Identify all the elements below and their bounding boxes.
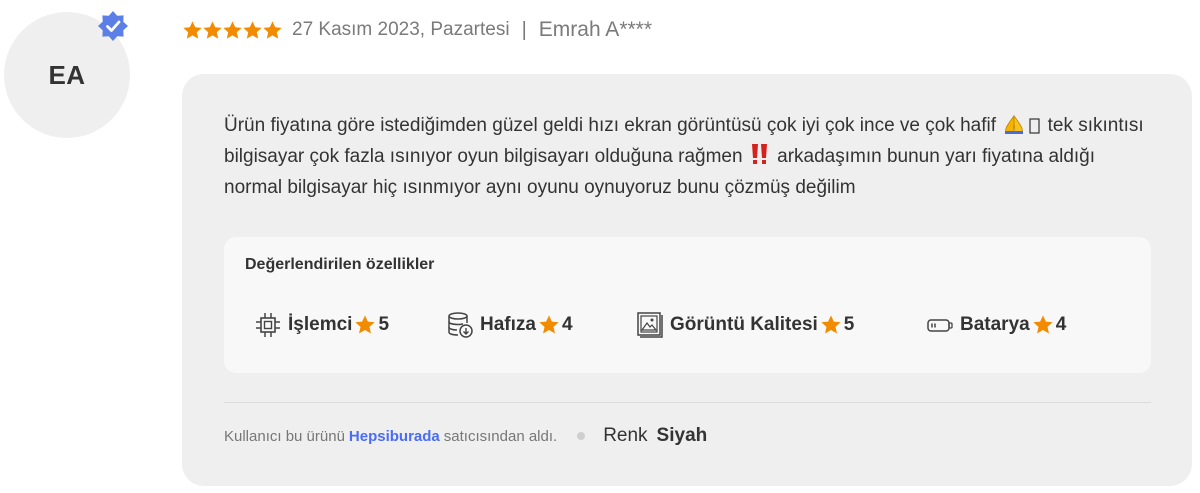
rated-features-box: Değerlendirilen özellikler İşlemci 5 Haf… xyxy=(224,237,1151,373)
feature-score: 4 xyxy=(561,314,573,335)
rating-star-icon xyxy=(243,20,262,39)
star-icon xyxy=(355,315,376,334)
star-icon xyxy=(1033,315,1053,334)
avatar-initials: EA xyxy=(48,59,86,90)
footer-divider xyxy=(224,402,1151,403)
review-header: 27 Kasım 2023, Pazartesi | Emrah A**** xyxy=(182,17,652,43)
memory-icon xyxy=(448,312,473,338)
star-icon xyxy=(539,315,559,334)
feature-display-quality: Görüntü Kalitesi 5 xyxy=(636,311,854,339)
feature-label: İşlemci xyxy=(288,314,353,335)
feature-label: Batarya xyxy=(960,314,1030,335)
battery-icon xyxy=(927,319,953,332)
rating-star-icon xyxy=(203,20,222,39)
feature-score: 5 xyxy=(843,314,855,335)
feature-label: Görüntü Kalitesi xyxy=(670,314,818,335)
double-exclamation-icon xyxy=(751,144,767,164)
dot-separator xyxy=(577,432,586,440)
image-icon xyxy=(637,312,663,338)
feature-battery: Batarya 4 xyxy=(926,311,1066,339)
review-date: 27 Kasım 2023, Pazartesi xyxy=(292,19,510,40)
cpu-icon xyxy=(256,313,280,337)
review-card: Ürün fiyatına göre istediğimden güzel ge… xyxy=(182,74,1192,486)
feature-label: Hafıza xyxy=(480,314,536,335)
rating-stars xyxy=(182,20,282,41)
review-text-part1: Ürün fiyatına göre istediğimden güzel ge… xyxy=(224,115,997,136)
feature-score: 5 xyxy=(378,314,390,335)
review-text: Ürün fiyatına göre istediğimden güzel ge… xyxy=(224,110,1144,203)
rating-star-icon xyxy=(263,20,282,39)
purchase-info: Kullanıcı bu ürünü Hepsiburada satıcısın… xyxy=(224,423,707,449)
purchase-suffix: satıcısından aldı. xyxy=(443,427,558,445)
feature-score: 4 xyxy=(1055,314,1067,335)
folded-hands-icon xyxy=(1005,115,1024,134)
seller-link[interactable]: Hepsiburada xyxy=(349,428,440,445)
star-icon xyxy=(821,315,841,334)
purchase-prefix: Kullanıcı bu ürünü xyxy=(224,427,345,445)
feature-memory: Hafıza 4 xyxy=(446,311,573,339)
color-label: Renk xyxy=(603,425,648,446)
rating-star-icon xyxy=(183,20,202,39)
feature-processor: İşlemci 5 xyxy=(254,311,389,339)
rating-star-icon xyxy=(223,20,242,39)
features-title: Değerlendirilen özellikler xyxy=(245,256,435,273)
unknown-glyph-icon xyxy=(1029,118,1040,134)
color-value: Siyah xyxy=(656,425,708,446)
verified-badge-icon xyxy=(98,11,128,41)
reviewer-name: Emrah A**** xyxy=(538,18,653,41)
header-separator: | xyxy=(521,18,527,41)
